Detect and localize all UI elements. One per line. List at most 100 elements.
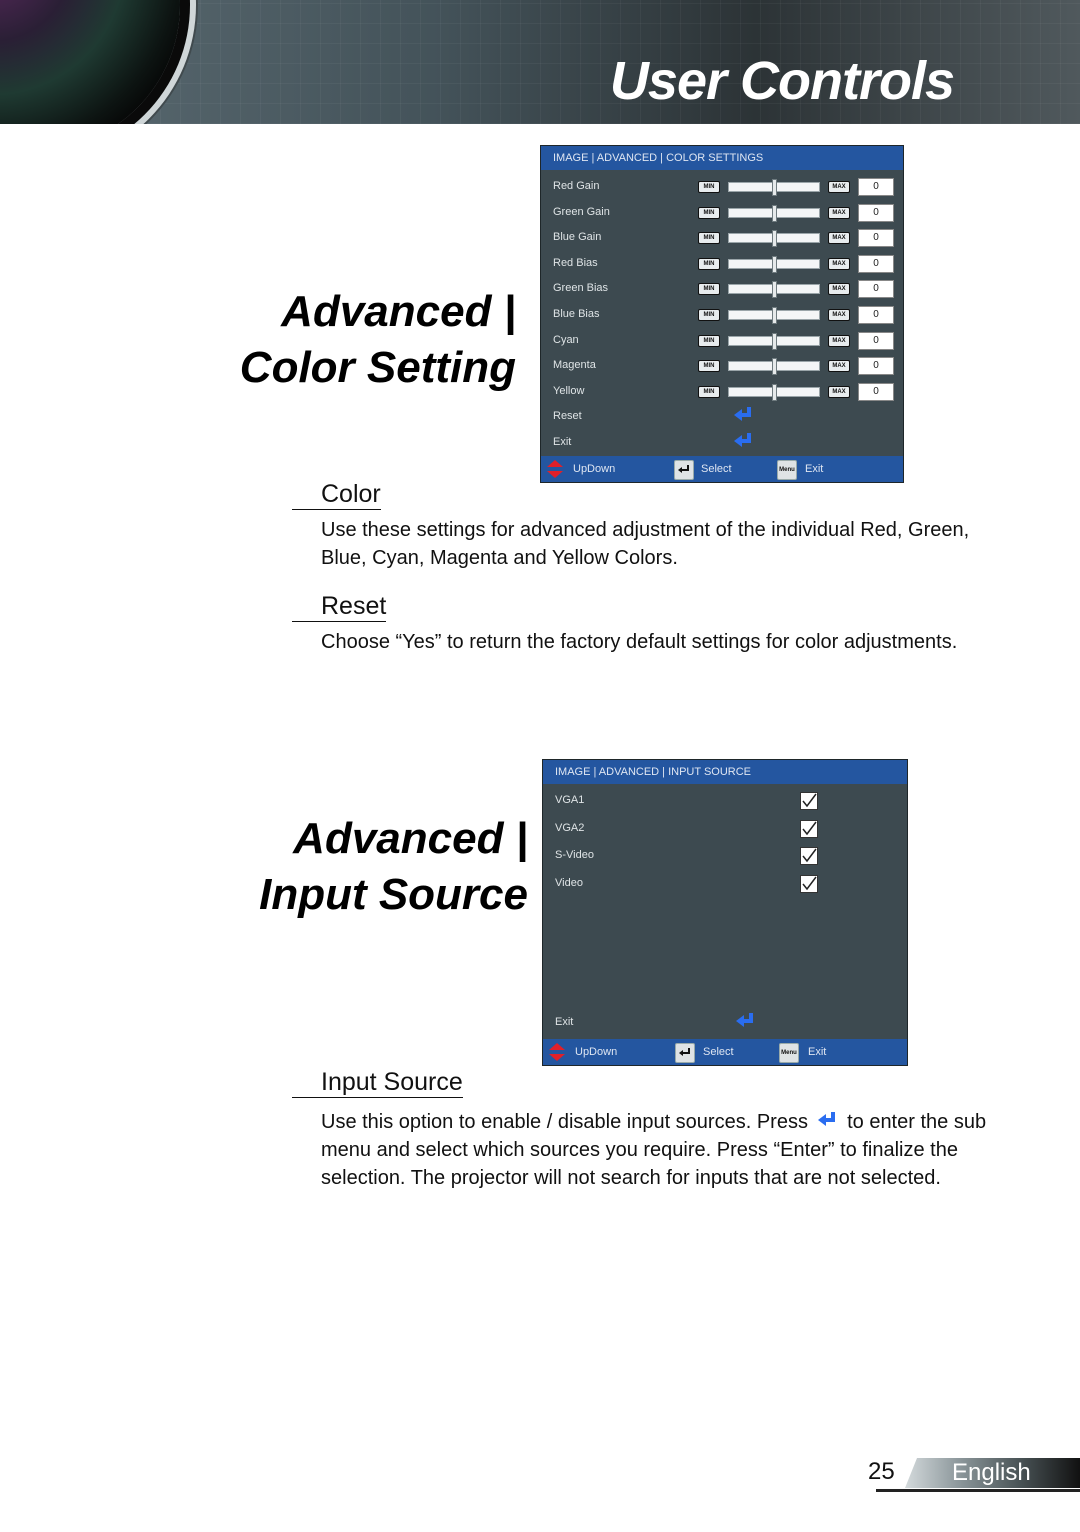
max-icon: MAX (828, 283, 850, 296)
enter-icon (736, 1013, 753, 1027)
section-title-color-setting: Advanced | Color Setting (240, 284, 516, 396)
section-title-input-source: Advanced | Input Source (259, 811, 528, 923)
source-checkbox[interactable] (800, 847, 818, 865)
min-icon: MIN (698, 206, 720, 219)
slider-track[interactable] (728, 383, 820, 401)
source-checkbox[interactable] (800, 874, 818, 893)
slider-value: 0 (858, 382, 894, 401)
osd-slider-row[interactable]: Magenta MIN MAX 0 (541, 353, 903, 379)
page-header-title: User Controls (609, 51, 955, 111)
slider-thumb[interactable] (772, 255, 777, 273)
max-icon: MAX (828, 257, 850, 270)
footer-divider (876, 1489, 1080, 1492)
slider-track[interactable] (728, 332, 820, 350)
paragraph-reset: Choose “Yes” to return the factory defau… (321, 631, 958, 653)
slider-thumb[interactable] (772, 383, 777, 401)
osd-source-label: S-Video (555, 849, 594, 861)
osd-action-row[interactable]: Reset (541, 404, 903, 430)
min-icon: MIN (698, 181, 720, 193)
osd-source-row[interactable]: VGA1 (543, 788, 907, 814)
slider-thumb[interactable] (772, 230, 777, 248)
min-icon: MIN (698, 257, 720, 270)
osd-source-row[interactable]: Video (543, 871, 907, 897)
source-checkbox[interactable] (800, 792, 818, 810)
min-icon: MIN (698, 334, 720, 347)
osd-slider-row[interactable]: Red Gain MIN MAX 0 (541, 174, 903, 200)
osd-source-label: VGA2 (555, 821, 585, 834)
footer-select-label: Select (701, 463, 732, 475)
osd-slider-label: Blue Bias (553, 308, 600, 320)
select-key-icon (674, 460, 694, 480)
max-icon: MAX (828, 360, 850, 373)
osd-exit-label: Exit (555, 1016, 574, 1028)
osd-slider-label: Yellow (553, 384, 585, 397)
camera-lens-image (0, 0, 180, 124)
min-icon: MIN (698, 360, 720, 373)
osd-action-label: Exit (553, 436, 572, 448)
slider-track[interactable] (728, 230, 820, 248)
slider-value: 0 (858, 254, 894, 273)
section-title-line2: Color Setting (239, 343, 516, 392)
checkmark-icon (802, 793, 817, 808)
language-label: English (952, 1459, 1031, 1486)
osd-slider-label: Cyan (553, 333, 579, 346)
osd-slider-row[interactable]: Blue Bias MIN MAX 0 (541, 302, 903, 328)
osd-slider-row[interactable]: Yellow MIN MAX 0 (541, 379, 903, 405)
subheading-reset: Reset (292, 591, 387, 622)
footer-select-label: Select (703, 1046, 734, 1058)
max-icon: MAX (828, 309, 850, 321)
slider-value: 0 (858, 203, 894, 222)
osd-footer-bar: UpDown Select Menu Exit (543, 1039, 907, 1065)
slider-value: 0 (858, 229, 894, 248)
osd-source-row[interactable]: S-Video (543, 843, 907, 869)
source-checkbox[interactable] (800, 819, 818, 838)
slider-thumb[interactable] (772, 204, 777, 222)
paragraph-input-source: Use this option to enable / disable inpu… (321, 1108, 1011, 1192)
menu-key-icon: Menu (779, 1043, 799, 1063)
osd-source-label: Video (555, 876, 583, 889)
osd-slider-label: Green Bias (553, 282, 609, 295)
select-key-icon (675, 1043, 695, 1063)
slider-track[interactable] (728, 204, 820, 222)
slider-value: 0 (858, 280, 894, 299)
osd-exit-row[interactable]: Exit (543, 1010, 907, 1036)
osd-slider-row[interactable]: Green Gain MIN MAX 0 (541, 200, 903, 226)
osd-slider-row[interactable]: Red Bias MIN MAX 0 (541, 251, 903, 277)
osd-slider-row[interactable]: Cyan MIN MAX 0 (541, 328, 903, 354)
slider-track[interactable] (728, 281, 820, 299)
menu-key-icon: Menu (777, 460, 797, 480)
slider-thumb[interactable] (772, 358, 777, 376)
slider-thumb[interactable] (772, 281, 777, 299)
section-title-line2: Input Source (259, 870, 528, 919)
slider-thumb[interactable] (772, 307, 777, 324)
enter-icon (734, 433, 751, 447)
slider-thumb[interactable] (772, 179, 777, 196)
section-title-line1: Advanced | (281, 287, 516, 336)
slider-track[interactable] (728, 255, 820, 273)
osd-input-source-menu: IMAGE | ADVANCED | INPUT SOURCE VGA1 VGA2… (542, 759, 908, 1066)
osd-source-row[interactable]: VGA2 (543, 816, 907, 842)
section-title-line1: Advanced | (293, 814, 528, 863)
checkmark-icon (802, 848, 817, 863)
checkmark-icon (802, 821, 817, 835)
min-icon: MIN (698, 283, 720, 296)
header-banner: User Controls (0, 0, 1080, 124)
paragraph-text-part1: Use this option to enable / disable inpu… (321, 1111, 808, 1133)
osd-action-row[interactable]: Exit (541, 430, 903, 456)
checkmark-icon (802, 876, 817, 890)
osd-slider-row[interactable]: Green Bias MIN MAX 0 (541, 276, 903, 302)
osd-slider-row[interactable]: Blue Gain MIN MAX 0 (541, 225, 903, 251)
osd-slider-label: Magenta (553, 359, 596, 372)
osd-breadcrumb: IMAGE | ADVANCED | INPUT SOURCE (543, 760, 907, 784)
osd-slider-label: Blue Gain (553, 231, 602, 244)
osd-breadcrumb: IMAGE | ADVANCED | COLOR SETTINGS (541, 146, 903, 170)
slider-track[interactable] (728, 358, 820, 376)
max-icon: MAX (828, 181, 850, 193)
osd-slider-label: Green Gain (553, 205, 610, 218)
slider-track[interactable] (728, 179, 820, 196)
slider-thumb[interactable] (772, 332, 777, 350)
paragraph-color: Use these settings for advanced adjustme… (321, 519, 970, 569)
slider-value: 0 (858, 357, 894, 376)
slider-track[interactable] (728, 307, 820, 324)
osd-color-settings-menu: IMAGE | ADVANCED | COLOR SETTINGS Red Ga… (540, 145, 904, 483)
